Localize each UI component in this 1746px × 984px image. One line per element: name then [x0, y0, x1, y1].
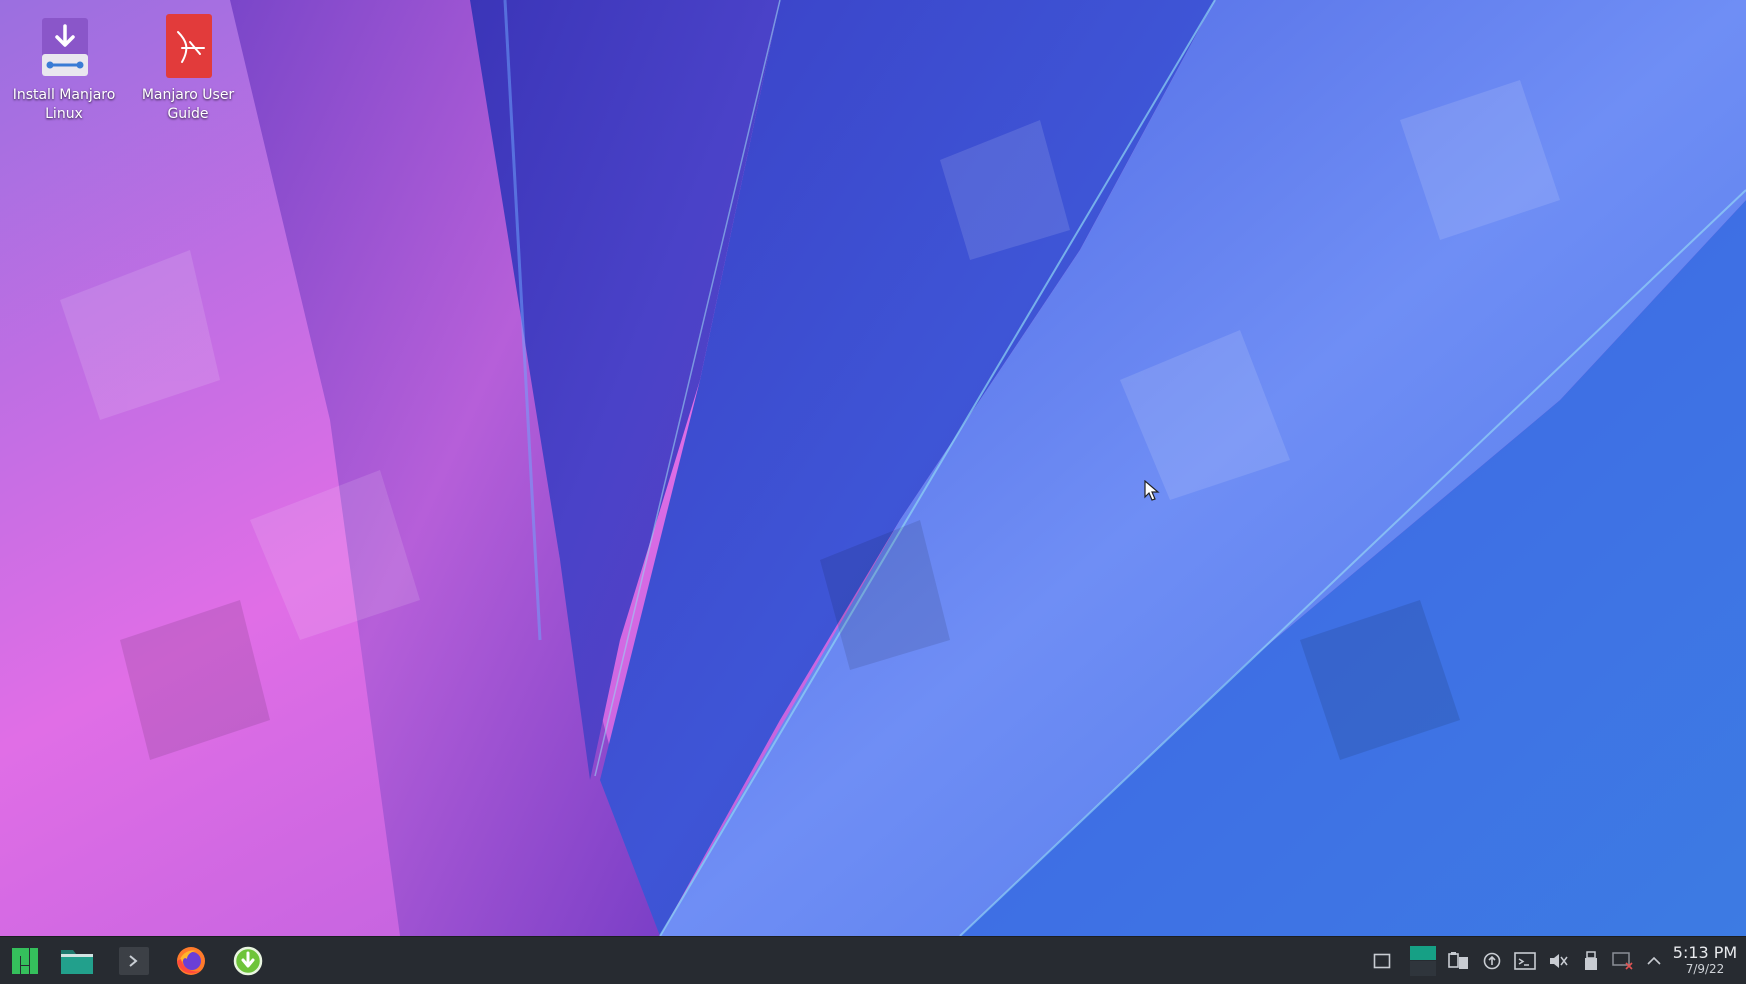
terminal-button[interactable] [112, 941, 156, 981]
desktop-icon-manjaro-user-guide[interactable]: Manjaro User Guide [133, 14, 243, 124]
console-button[interactable] [1514, 950, 1536, 972]
volume-button[interactable] [1547, 950, 1569, 972]
network-disconnected-icon [1612, 952, 1633, 970]
installer-button[interactable] [226, 941, 270, 981]
console-icon [1514, 952, 1536, 970]
show-desktop-icon [1373, 953, 1391, 969]
taskbar: 5:13 PM 7/9/22 [0, 936, 1746, 984]
firefox-button[interactable] [169, 941, 213, 981]
clipboard-icon [1448, 952, 1468, 969]
file-manager-button[interactable] [55, 941, 99, 981]
removable-devices-button[interactable] [1580, 950, 1602, 972]
terminal-icon [119, 947, 149, 975]
expand-tray-chevron-icon [1647, 956, 1661, 965]
virtual-desktop-pager-icon [1410, 946, 1436, 976]
usb-device-icon [1585, 951, 1597, 970]
clock-date: 7/9/22 [1685, 962, 1725, 976]
pdf-document-icon [166, 14, 212, 78]
virtual-desktop-pager[interactable] [1410, 945, 1436, 977]
wallpaper [0, 0, 1746, 936]
desktop-icon-label: Install Manjaro Linux [12, 87, 116, 122]
desktop[interactable]: Install Manjaro Linux Manjaro User Guide [0, 0, 1746, 936]
mouse-pointer-icon [1144, 480, 1160, 501]
application-launcher-button[interactable] [3, 941, 47, 981]
installer-download-icon [233, 946, 263, 976]
desktop-icon-label: Manjaro User Guide [141, 87, 235, 122]
show-desktop-button[interactable] [1371, 950, 1393, 972]
manjaro-menu-icon [12, 948, 38, 974]
clipboard-button[interactable] [1448, 950, 1470, 972]
digital-clock[interactable]: 5:13 PM 7/9/22 [1666, 943, 1744, 977]
install-download-icon [42, 18, 88, 76]
file-manager-folder-icon [61, 950, 93, 974]
desktop-icon-install-manjaro[interactable]: Install Manjaro Linux [9, 14, 119, 124]
update-notifier-button[interactable] [1481, 950, 1503, 972]
clock-time: 5:13 PM [1672, 943, 1738, 962]
volume-muted-icon [1550, 954, 1568, 968]
network-button[interactable] [1612, 950, 1634, 972]
update-arrow-icon [1483, 952, 1501, 970]
expand-tray-button[interactable] [1643, 950, 1665, 972]
firefox-icon [177, 947, 205, 975]
